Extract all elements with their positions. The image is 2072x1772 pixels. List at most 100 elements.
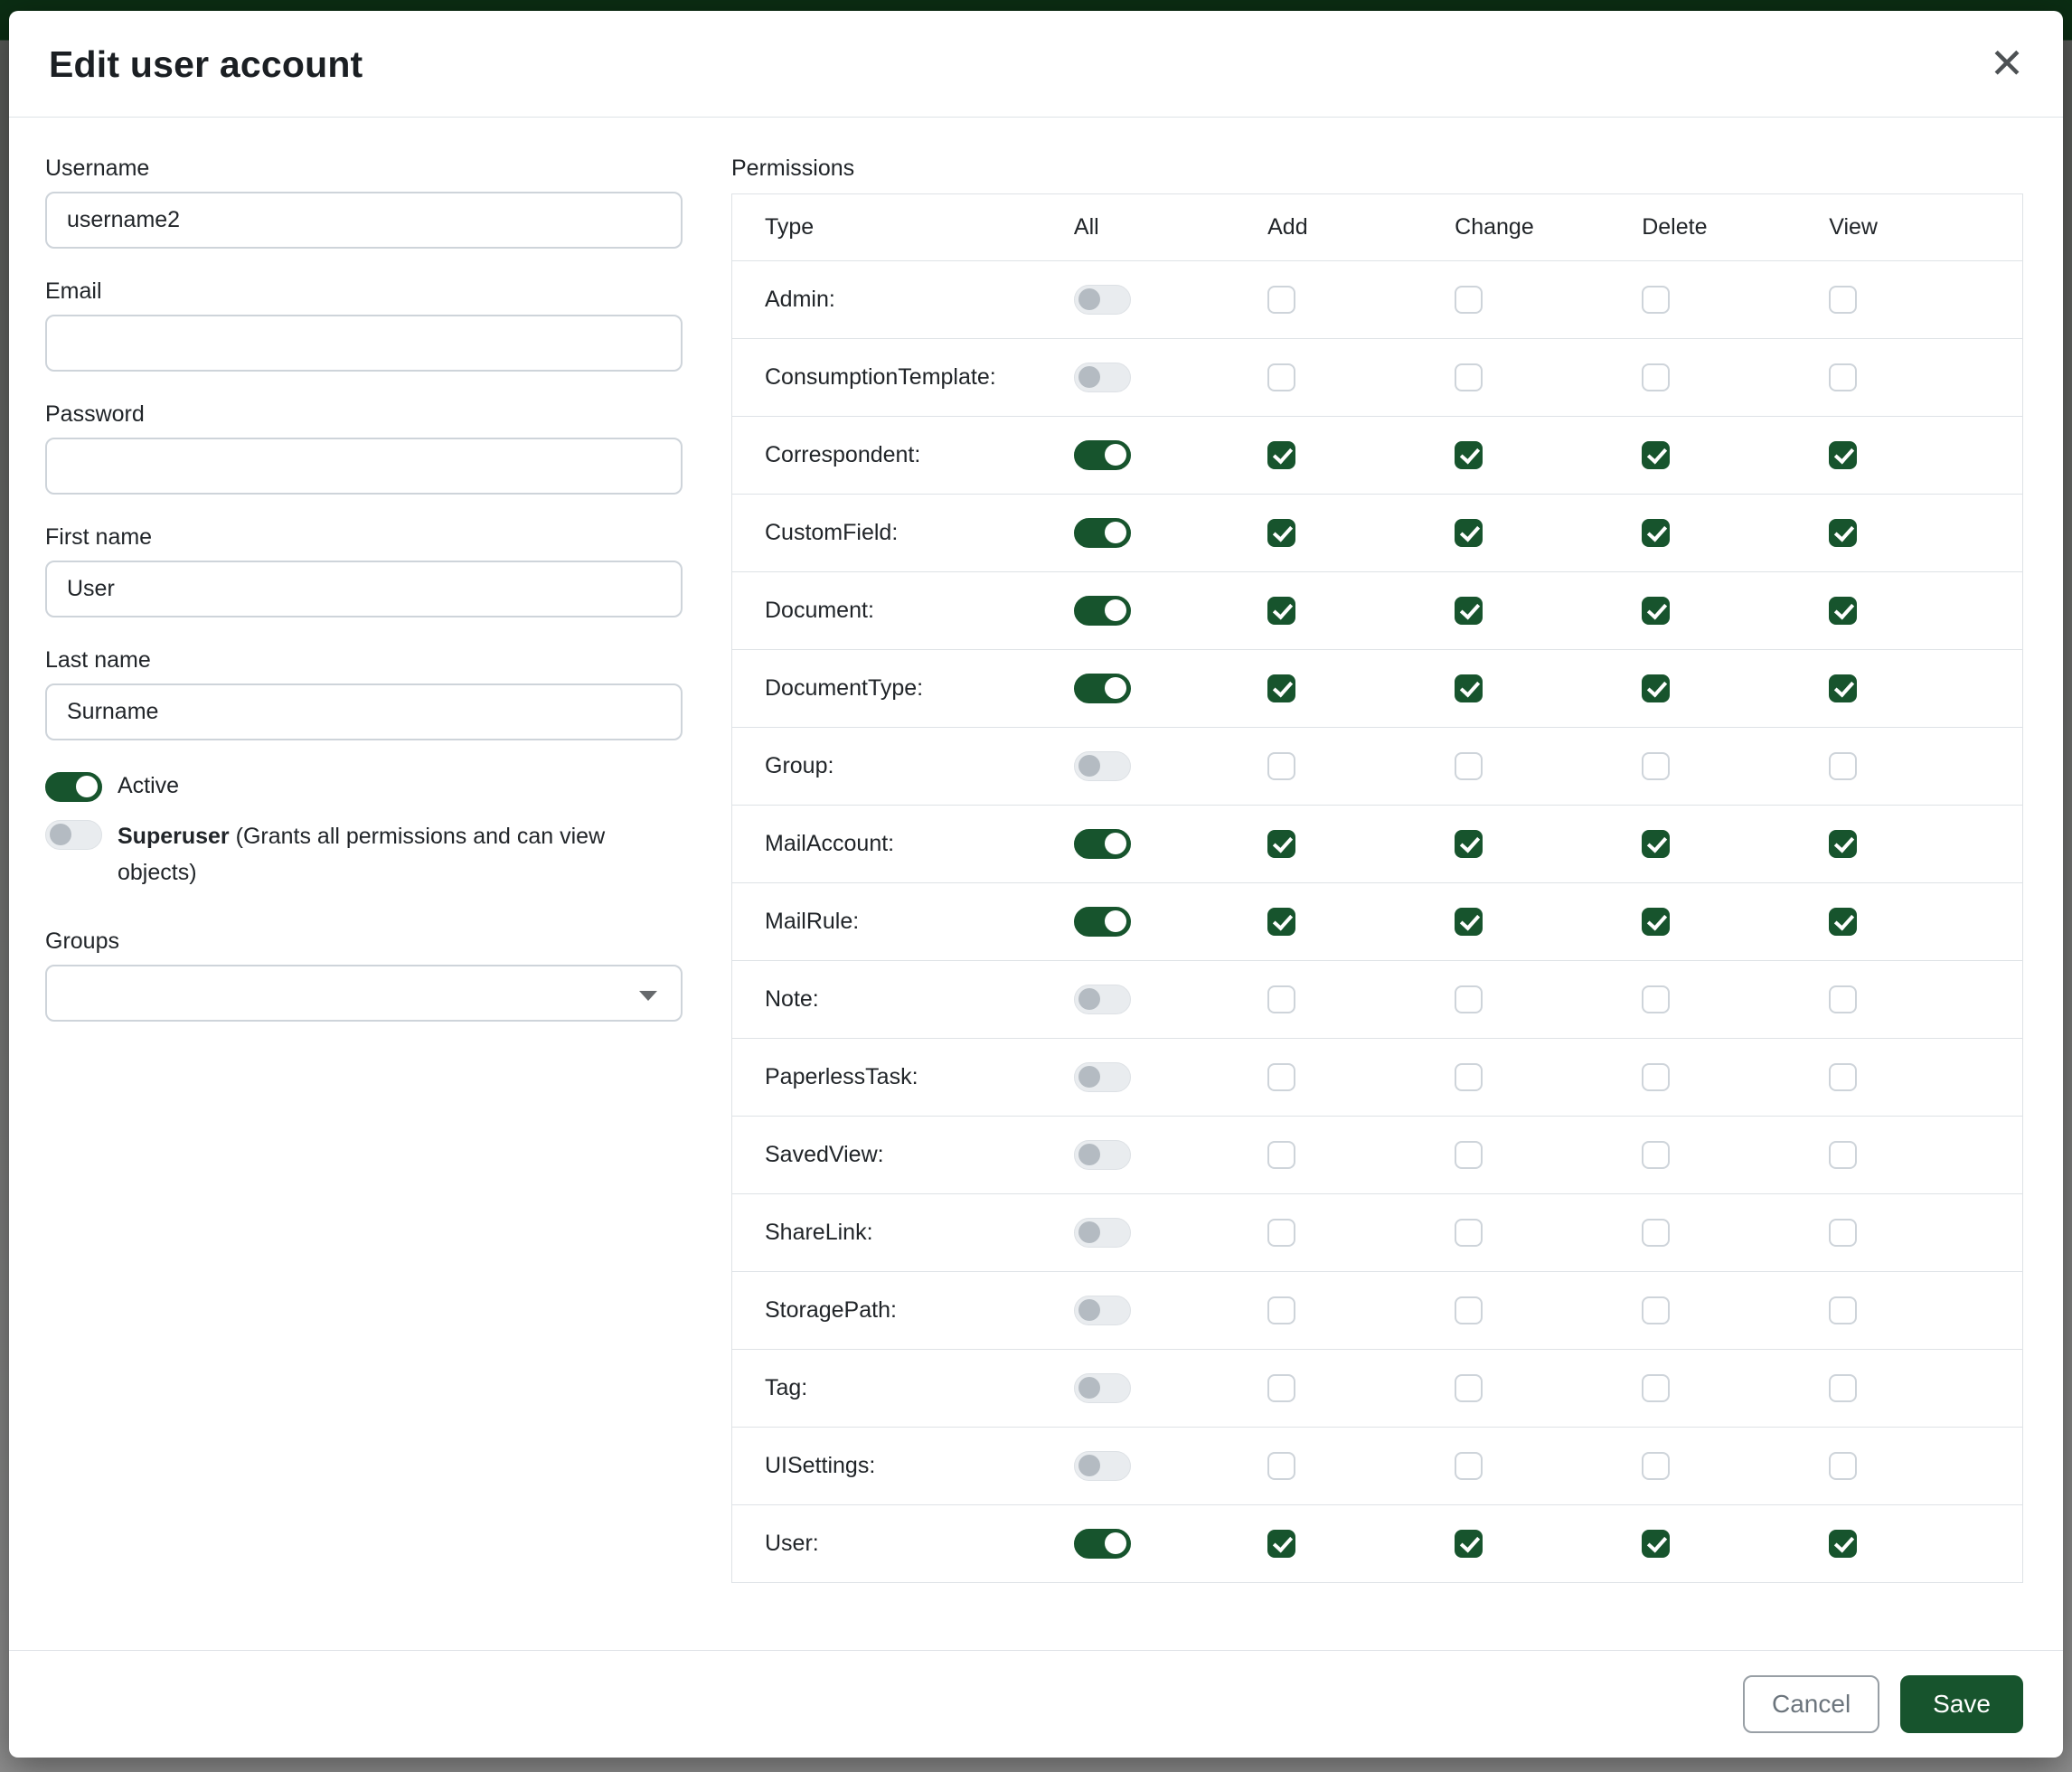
permission-all-toggle[interactable]: [1074, 1529, 1131, 1559]
permission-delete-checkbox[interactable]: [1642, 597, 1670, 625]
groups-select[interactable]: [45, 965, 683, 1022]
save-button[interactable]: Save: [1900, 1675, 2023, 1733]
permission-delete-checkbox[interactable]: [1642, 908, 1670, 936]
permission-delete-checkbox[interactable]: [1642, 1063, 1670, 1091]
permission-add-checkbox[interactable]: [1267, 363, 1295, 391]
permission-add-checkbox[interactable]: [1267, 674, 1295, 702]
username-input[interactable]: [45, 192, 683, 249]
permission-add-checkbox[interactable]: [1267, 830, 1295, 858]
permission-add-checkbox[interactable]: [1267, 985, 1295, 1013]
permission-add-checkbox[interactable]: [1267, 441, 1295, 469]
permission-view-checkbox[interactable]: [1829, 597, 1857, 625]
permission-change-checkbox[interactable]: [1455, 1141, 1483, 1169]
permission-delete-checkbox[interactable]: [1642, 1374, 1670, 1402]
permission-delete-checkbox[interactable]: [1642, 1296, 1670, 1324]
permission-view-checkbox[interactable]: [1829, 830, 1857, 858]
first-name-input[interactable]: [45, 561, 683, 617]
permission-all-toggle[interactable]: [1074, 596, 1131, 626]
permission-delete-checkbox[interactable]: [1642, 674, 1670, 702]
permission-view-checkbox[interactable]: [1829, 1063, 1857, 1091]
permission-type-label: Document:: [732, 572, 1074, 650]
permission-change-checkbox[interactable]: [1455, 363, 1483, 391]
permission-view-checkbox[interactable]: [1829, 752, 1857, 780]
permission-view-checkbox[interactable]: [1829, 1296, 1857, 1324]
permission-view-checkbox[interactable]: [1829, 1219, 1857, 1247]
close-icon[interactable]: ✕: [1982, 38, 2032, 89]
permission-change-checkbox[interactable]: [1455, 1219, 1483, 1247]
permission-all-toggle[interactable]: [1074, 1373, 1131, 1403]
permission-change-checkbox[interactable]: [1455, 752, 1483, 780]
permission-delete-checkbox[interactable]: [1642, 1452, 1670, 1480]
permission-change-checkbox[interactable]: [1455, 597, 1483, 625]
permission-delete-checkbox[interactable]: [1642, 985, 1670, 1013]
permission-add-checkbox[interactable]: [1267, 908, 1295, 936]
permission-all-toggle[interactable]: [1074, 518, 1131, 548]
permission-add-checkbox[interactable]: [1267, 1374, 1295, 1402]
permission-all-toggle[interactable]: [1074, 285, 1131, 315]
permission-delete-checkbox[interactable]: [1642, 752, 1670, 780]
superuser-toggle[interactable]: [45, 820, 102, 850]
permission-all-toggle[interactable]: [1074, 1451, 1131, 1481]
permission-delete-checkbox[interactable]: [1642, 286, 1670, 314]
last-name-input[interactable]: [45, 683, 683, 740]
permission-add-checkbox[interactable]: [1267, 286, 1295, 314]
permission-add-checkbox[interactable]: [1267, 1530, 1295, 1558]
permission-change-checkbox[interactable]: [1455, 908, 1483, 936]
permission-change-checkbox[interactable]: [1455, 286, 1483, 314]
permission-all-toggle[interactable]: [1074, 1218, 1131, 1248]
permission-change-checkbox[interactable]: [1455, 985, 1483, 1013]
permission-delete-checkbox[interactable]: [1642, 441, 1670, 469]
permission-change-checkbox[interactable]: [1455, 674, 1483, 702]
email-input[interactable]: [45, 315, 683, 372]
permission-change-checkbox[interactable]: [1455, 519, 1483, 547]
permission-all-toggle[interactable]: [1074, 674, 1131, 703]
permission-change-checkbox[interactable]: [1455, 1374, 1483, 1402]
permission-all-toggle[interactable]: [1074, 751, 1131, 781]
permission-view-checkbox[interactable]: [1829, 985, 1857, 1013]
permission-all-toggle[interactable]: [1074, 363, 1131, 392]
permission-change-checkbox[interactable]: [1455, 1452, 1483, 1480]
permission-all-toggle[interactable]: [1074, 985, 1131, 1014]
permission-view-checkbox[interactable]: [1829, 1141, 1857, 1169]
permission-all-toggle[interactable]: [1074, 440, 1131, 470]
permission-add-checkbox[interactable]: [1267, 1219, 1295, 1247]
superuser-label: Superuser: [118, 824, 230, 849]
column-header-add: Add: [1267, 194, 1455, 261]
permission-delete-checkbox[interactable]: [1642, 519, 1670, 547]
permission-delete-checkbox[interactable]: [1642, 1219, 1670, 1247]
permission-all-toggle[interactable]: [1074, 907, 1131, 937]
permission-view-checkbox[interactable]: [1829, 908, 1857, 936]
permission-view-checkbox[interactable]: [1829, 1530, 1857, 1558]
permission-add-checkbox[interactable]: [1267, 1296, 1295, 1324]
cancel-button[interactable]: Cancel: [1743, 1675, 1879, 1733]
permission-change-checkbox[interactable]: [1455, 1296, 1483, 1324]
permission-view-checkbox[interactable]: [1829, 1374, 1857, 1402]
active-toggle[interactable]: [45, 772, 102, 802]
permission-view-checkbox[interactable]: [1829, 286, 1857, 314]
permission-add-checkbox[interactable]: [1267, 1063, 1295, 1091]
permission-add-checkbox[interactable]: [1267, 1141, 1295, 1169]
permission-delete-checkbox[interactable]: [1642, 1141, 1670, 1169]
permission-change-checkbox[interactable]: [1455, 1530, 1483, 1558]
permission-delete-checkbox[interactable]: [1642, 830, 1670, 858]
password-input[interactable]: [45, 438, 683, 495]
permission-view-checkbox[interactable]: [1829, 1452, 1857, 1480]
permission-all-toggle[interactable]: [1074, 1140, 1131, 1170]
permission-change-checkbox[interactable]: [1455, 1063, 1483, 1091]
permission-add-checkbox[interactable]: [1267, 1452, 1295, 1480]
permission-change-checkbox[interactable]: [1455, 441, 1483, 469]
permission-delete-checkbox[interactable]: [1642, 363, 1670, 391]
permission-add-checkbox[interactable]: [1267, 752, 1295, 780]
permission-delete-checkbox[interactable]: [1642, 1530, 1670, 1558]
permission-add-checkbox[interactable]: [1267, 519, 1295, 547]
permission-view-checkbox[interactable]: [1829, 674, 1857, 702]
permission-change-checkbox[interactable]: [1455, 830, 1483, 858]
permission-add-checkbox[interactable]: [1267, 597, 1295, 625]
permission-view-checkbox[interactable]: [1829, 519, 1857, 547]
permission-view-checkbox[interactable]: [1829, 441, 1857, 469]
permission-all-toggle[interactable]: [1074, 1296, 1131, 1325]
permission-view-checkbox[interactable]: [1829, 363, 1857, 391]
permission-all-toggle[interactable]: [1074, 1062, 1131, 1092]
modal-title: Edit user account: [49, 43, 2023, 86]
permission-all-toggle[interactable]: [1074, 829, 1131, 859]
